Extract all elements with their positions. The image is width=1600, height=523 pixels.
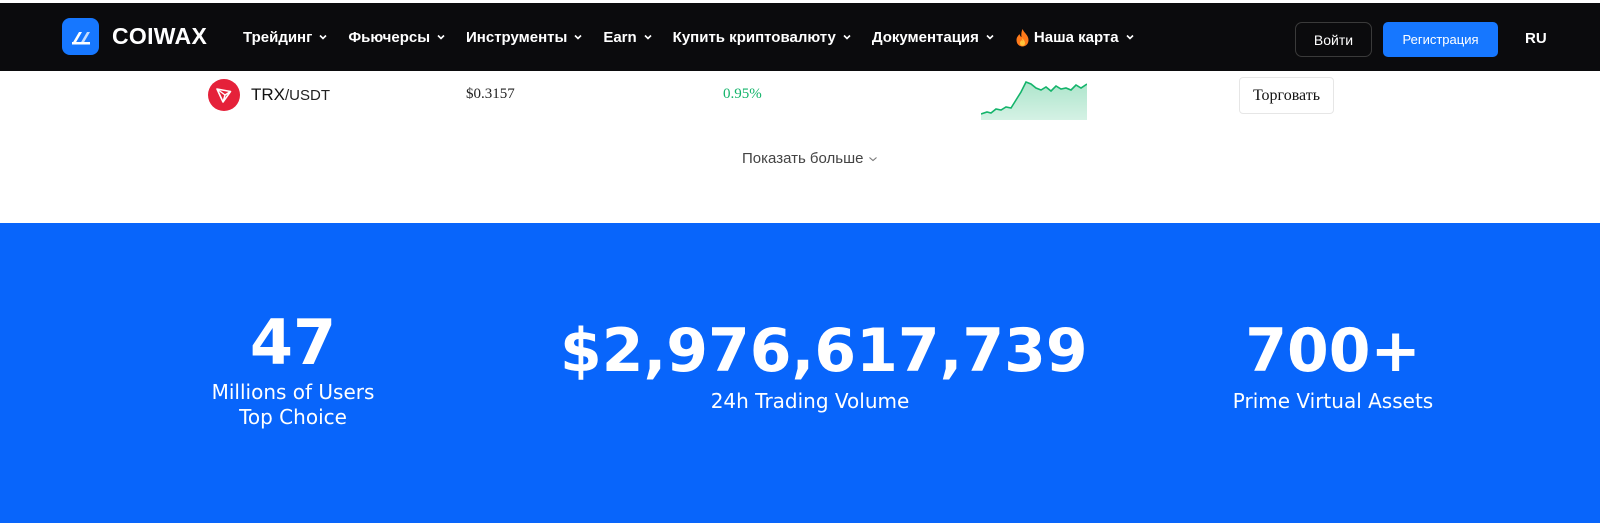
stat-label: Prime Virtual Assets: [1232, 389, 1434, 413]
show-more-link[interactable]: Показать больше: [742, 150, 878, 167]
chevron-down-icon: [437, 34, 445, 40]
top-navbar: COIWAX Трейдинг Фьючерсы Инструменты Ear…: [0, 0, 1600, 71]
chevron-down-icon: [843, 34, 851, 40]
nav-item-our-card[interactable]: Наша карта: [1015, 28, 1135, 47]
fire-icon: [1016, 28, 1029, 46]
trade-button[interactable]: Торговать: [1239, 77, 1334, 114]
nav-item-label: Инструменты: [466, 28, 568, 46]
market-row[interactable]: TRX/USDT $0.3157 0.95% Торговать: [0, 71, 1600, 129]
chevron-down-icon: [1126, 34, 1134, 40]
chevron-down-icon: [574, 34, 582, 40]
chevron-down-icon: [986, 34, 994, 40]
stats-banner: 47 Millions of Users Top Choice $2,976,6…: [0, 223, 1600, 523]
last-price: $0.3157: [466, 86, 515, 102]
chevron-down-icon: [869, 156, 878, 161]
nav-item-trading[interactable]: Трейдинг: [243, 29, 328, 46]
show-more-label: Показать больше: [742, 150, 864, 167]
chevron-down-icon: [644, 34, 652, 40]
brand-logo[interactable]: COIWAX: [62, 18, 207, 55]
brand-name: COIWAX: [112, 23, 208, 49]
tron-icon: [208, 79, 240, 111]
pair-base: TRX: [251, 85, 285, 104]
nav-item-futures[interactable]: Фьючерсы: [348, 29, 446, 46]
price-change: 0.95%: [723, 86, 762, 102]
chevron-down-icon: [319, 34, 327, 40]
register-button[interactable]: Регистрация: [1383, 22, 1498, 57]
sparkline-chart: [981, 80, 1087, 120]
login-button[interactable]: Войти: [1295, 22, 1372, 57]
stat-label: Millions of Users Top Choice: [211, 380, 375, 429]
stat-value: 700+: [1245, 316, 1421, 386]
stat-value: $2,976,617,739: [560, 316, 1088, 386]
nav-item-label: Документация: [871, 28, 979, 46]
nav-item-label: Трейдинг: [243, 28, 313, 46]
stat-assets: 700+ Prime Virtual Assets: [1208, 316, 1458, 414]
main-nav: Трейдинг Фьючерсы Инструменты Earn Купит…: [243, 3, 1155, 71]
nav-item-label: Наша карта: [1033, 28, 1119, 46]
stat-value: 47: [249, 306, 337, 379]
nav-item-buy-crypto[interactable]: Купить криптовалюту: [673, 29, 852, 46]
trading-pair[interactable]: TRX/USDT: [251, 85, 330, 105]
nav-item-label: Фьючерсы: [348, 28, 431, 46]
nav-item-earn[interactable]: Earn: [603, 29, 652, 46]
pair-quote: /USDT: [285, 87, 330, 104]
logo-icon: [62, 18, 99, 55]
nav-item-label: Earn: [603, 28, 637, 46]
stat-label: 24h Trading Volume: [710, 389, 910, 413]
nav-item-label: Купить криптовалюту: [672, 28, 836, 46]
nav-item-tools[interactable]: Инструменты: [466, 29, 583, 46]
nav-item-docs[interactable]: Документация: [872, 29, 995, 46]
language-selector[interactable]: RU: [1525, 30, 1547, 47]
stat-users: 47 Millions of Users Top Choice: [193, 308, 393, 430]
stat-volume: $2,976,617,739 24h Trading Volume: [560, 316, 1088, 414]
